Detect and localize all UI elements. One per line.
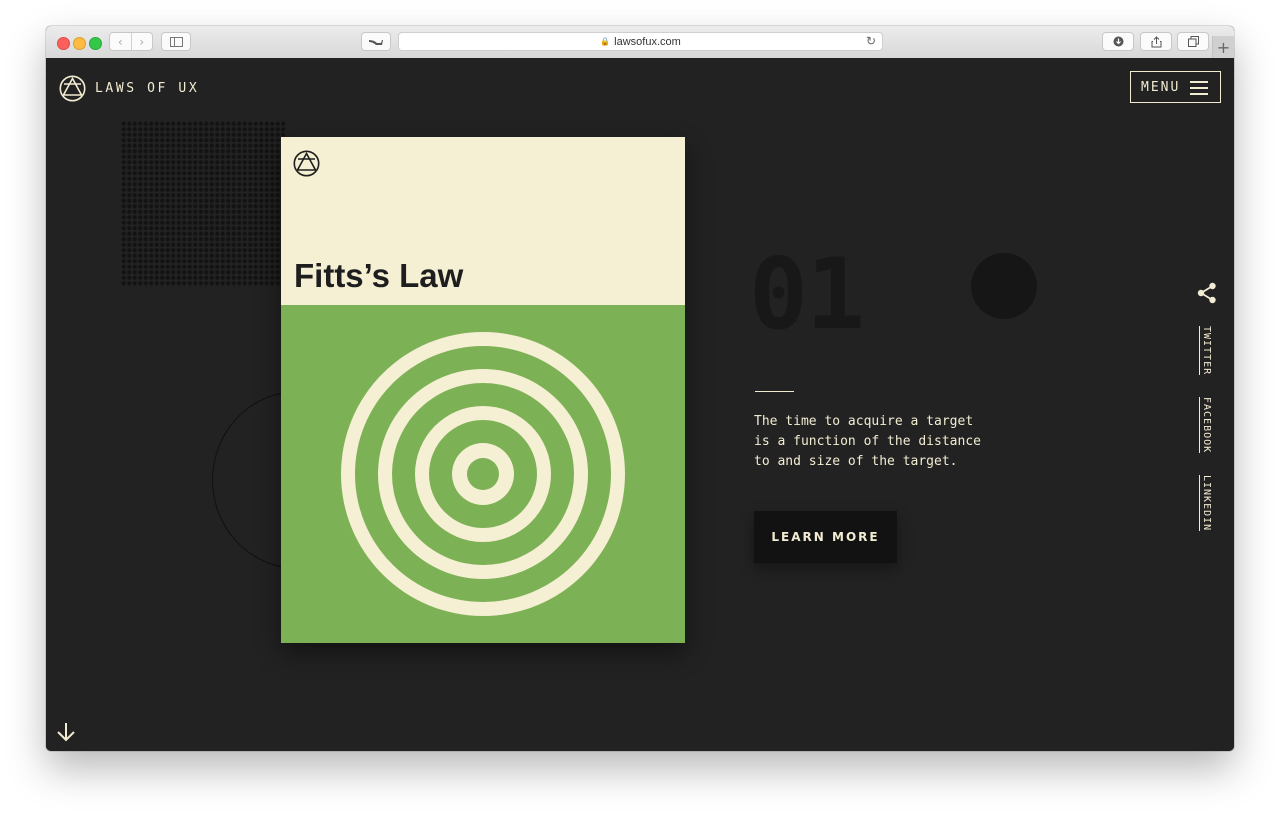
law-description: The time to acquire a target is a functi… (754, 414, 981, 469)
law-card[interactable]: Fitts’s Law (281, 137, 685, 643)
download-icon (1113, 36, 1123, 47)
sidebar-icon (169, 36, 183, 47)
laws-of-ux-logo-icon (59, 75, 86, 102)
site-logo[interactable]: LAWS OF UX (59, 75, 199, 102)
card-title: Fitts’s Law (294, 257, 464, 294)
learn-more-button[interactable]: LEARN MORE (754, 511, 897, 563)
share-toolbar-button[interactable] (1140, 32, 1172, 51)
back-icon[interactable]: ‹ (110, 33, 131, 50)
reader-extension-button[interactable] (361, 32, 391, 51)
new-tab-button[interactable]: + (1212, 36, 1234, 58)
decorative-circle (971, 253, 1037, 319)
history-nav: ‹ › (109, 32, 153, 51)
target-icon (341, 332, 625, 616)
address-url: lawsofux.com (614, 35, 681, 48)
browser-toolbar: ‹ › 🔒 lawsofux.com ↻ + (46, 26, 1234, 59)
tabs-icon (1187, 36, 1199, 47)
browser-window: ‹ › 🔒 lawsofux.com ↻ + LAWS OF UX MENU F… (46, 26, 1234, 751)
card-logo-icon (293, 150, 320, 177)
law-number: 01 (749, 238, 865, 352)
menu-label: MENU (1141, 79, 1181, 95)
tabs-overview-button[interactable] (1177, 32, 1209, 51)
pipe-icon (369, 39, 383, 45)
twitter-link[interactable]: TWITTER (1199, 326, 1212, 376)
downloads-button[interactable] (1102, 32, 1134, 51)
share-icon[interactable] (1197, 282, 1217, 304)
sidebar-toggle-button[interactable] (161, 32, 191, 51)
lock-icon: 🔒 (600, 37, 611, 46)
address-bar[interactable]: 🔒 lawsofux.com ↻ (398, 32, 883, 51)
arrow-down-icon[interactable] (56, 722, 76, 742)
forward-icon[interactable]: › (130, 33, 153, 50)
menu-button[interactable]: MENU (1130, 71, 1221, 103)
close-window-button[interactable] (57, 37, 70, 50)
reload-icon[interactable]: ↻ (866, 34, 876, 48)
page-content: LAWS OF UX MENU Fitts’s Law 01 The time … (46, 58, 1234, 751)
decorative-dot-grid (121, 121, 285, 287)
linkedin-link[interactable]: LINKEDIN (1199, 475, 1212, 532)
divider-line (755, 391, 794, 392)
facebook-link[interactable]: FACEBOOK (1199, 397, 1212, 454)
minimize-window-button[interactable] (73, 37, 86, 50)
share-sheet-icon (1151, 35, 1161, 47)
card-header: Fitts’s Law (281, 137, 685, 305)
logo-text: LAWS OF UX (95, 81, 200, 96)
card-illustration (281, 305, 685, 643)
zoom-window-button[interactable] (89, 37, 102, 50)
hamburger-icon (1190, 81, 1208, 99)
